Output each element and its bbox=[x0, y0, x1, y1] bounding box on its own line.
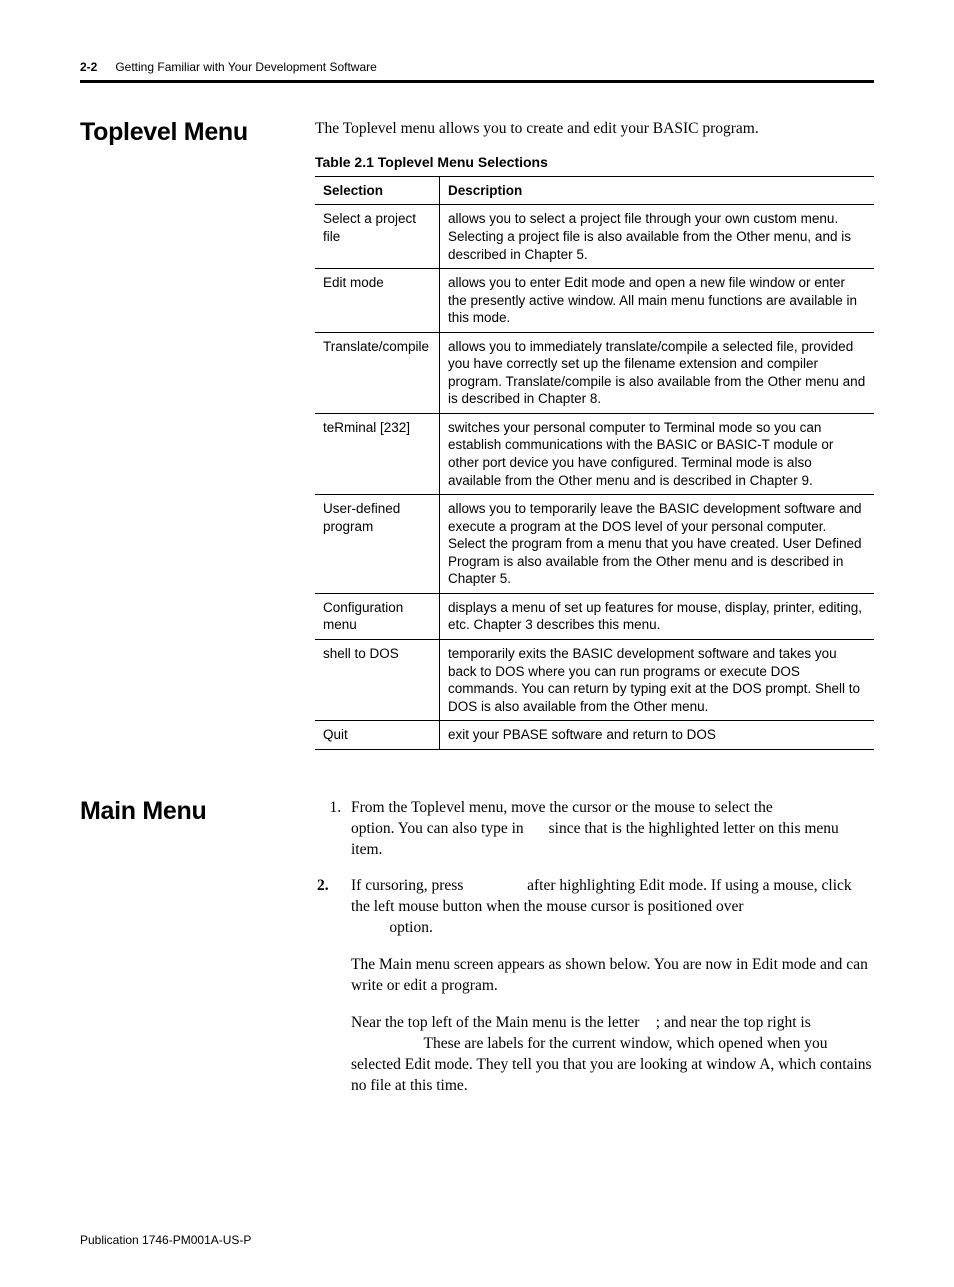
cell-selection: Quit bbox=[315, 721, 440, 750]
table-row: Translate/compile allows you to immediat… bbox=[315, 332, 874, 413]
steps-list: From the Toplevel menu, move the cursor … bbox=[315, 798, 874, 940]
cell-description: allows you to select a project file thro… bbox=[440, 205, 875, 269]
cell-selection: Select a project file bbox=[315, 205, 440, 269]
cell-selection: Translate/compile bbox=[315, 332, 440, 413]
cell-description: temporarily exits the BASIC development … bbox=[440, 639, 875, 720]
step-2: 2. If cursoring, press after highlightin… bbox=[345, 876, 874, 939]
col-description: Description bbox=[440, 176, 875, 205]
chapter-title: Getting Familiar with Your Development S… bbox=[115, 60, 376, 74]
col-selection: Selection bbox=[315, 176, 440, 205]
step-1: From the Toplevel menu, move the cursor … bbox=[345, 798, 874, 861]
step1-text-a: From the Toplevel menu, move the cursor … bbox=[351, 799, 777, 816]
table-row: Edit mode allows you to enter Edit mode … bbox=[315, 269, 874, 333]
table-row: User-defined program allows you to tempo… bbox=[315, 495, 874, 594]
step1-blank-option bbox=[777, 799, 829, 816]
cell-description: exit your PBASE software and return to D… bbox=[440, 721, 875, 750]
para2-c: These are labels for the current window,… bbox=[351, 1035, 872, 1094]
toplevel-menu-heading: Toplevel Menu bbox=[80, 119, 315, 147]
cell-selection: teRminal [232] bbox=[315, 413, 440, 494]
cell-description: switches your personal computer to Termi… bbox=[440, 413, 875, 494]
main-menu-para2: Near the top left of the Main menu is th… bbox=[351, 1013, 874, 1097]
step2-blank-key bbox=[467, 877, 523, 894]
table-row: Select a project file allows you to sele… bbox=[315, 205, 874, 269]
table-row: Configuration menu displays a menu of se… bbox=[315, 593, 874, 639]
main-menu-para1: The Main menu screen appears as shown be… bbox=[351, 955, 874, 997]
step2-text-a: If cursoring, press bbox=[351, 877, 467, 894]
page-number: 2-2 bbox=[80, 60, 97, 74]
cell-selection: Configuration menu bbox=[315, 593, 440, 639]
header-rule bbox=[80, 80, 874, 83]
table-header-row: Selection Description bbox=[315, 176, 874, 205]
step2-blank-option bbox=[351, 919, 385, 936]
toplevel-intro: The Toplevel menu allows you to create a… bbox=[315, 119, 874, 140]
step2-text-c: option. bbox=[389, 919, 433, 936]
cell-selection: shell to DOS bbox=[315, 639, 440, 720]
cell-description: displays a menu of set up features for m… bbox=[440, 593, 875, 639]
table-row: shell to DOS temporarily exits the BASIC… bbox=[315, 639, 874, 720]
cell-selection: Edit mode bbox=[315, 269, 440, 333]
table-row: Quit exit your PBASE software and return… bbox=[315, 721, 874, 750]
para2-blank-label bbox=[351, 1035, 420, 1052]
para2-blank-letter bbox=[643, 1014, 652, 1031]
section-toplevel-menu: Toplevel Menu The Toplevel menu allows y… bbox=[80, 119, 874, 750]
section-main-menu: Main Menu From the Toplevel menu, move t… bbox=[80, 798, 874, 1113]
step1-blank-letter bbox=[528, 820, 545, 837]
para2-b: ; and near the top right is bbox=[656, 1014, 811, 1031]
cell-description: allows you to enter Edit mode and open a… bbox=[440, 269, 875, 333]
para2-a: Near the top left of the Main menu is th… bbox=[351, 1014, 643, 1031]
table-row: teRminal [232] switches your personal co… bbox=[315, 413, 874, 494]
cell-selection: User-defined program bbox=[315, 495, 440, 594]
cell-description: allows you to temporarily leave the BASI… bbox=[440, 495, 875, 594]
running-header: 2-2 Getting Familiar with Your Developme… bbox=[80, 60, 874, 74]
main-menu-heading: Main Menu bbox=[80, 798, 315, 826]
step1-text-b: option. You can also type in bbox=[351, 820, 528, 837]
cell-description: allows you to immediately translate/comp… bbox=[440, 332, 875, 413]
toplevel-menu-table: Selection Description Select a project f… bbox=[315, 176, 874, 750]
table-caption: Table 2.1 Toplevel Menu Selections bbox=[315, 154, 874, 170]
